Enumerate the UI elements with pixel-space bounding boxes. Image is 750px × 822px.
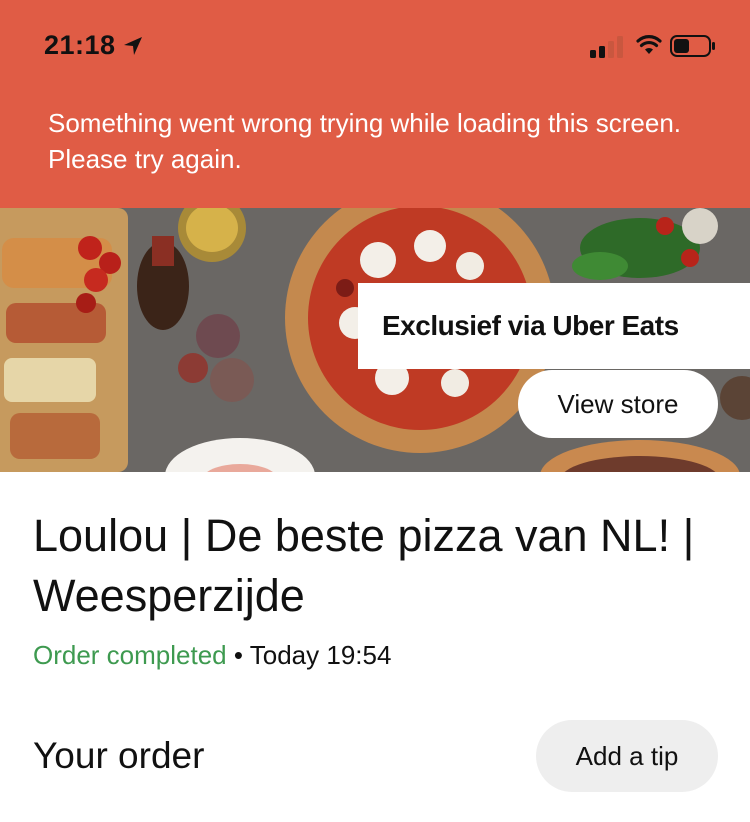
order-status-line: Order completed • Today 19:54 [33, 640, 391, 671]
error-message: Something went wrong trying while loadin… [48, 108, 682, 174]
status-time: 21:18 [44, 30, 116, 60]
view-store-button[interactable]: View store [518, 370, 718, 438]
section-title: Your order [33, 735, 205, 776]
top-area: 21:18 Something went wrong trying while … [0, 0, 750, 208]
store-hero-image: Exclusief via Uber Eats View store [0, 208, 750, 472]
order-time: Today 19:54 [249, 640, 392, 670]
location-arrow-icon [124, 37, 142, 55]
separator-dot: • [233, 640, 243, 670]
store-title: Loulou | De beste pizza van NL! | Weespe… [33, 510, 695, 621]
add-tip-button[interactable]: Add a tip [536, 720, 718, 792]
promo-banner: Exclusief via Uber Eats [358, 283, 750, 369]
wifi-icon [636, 35, 662, 54]
status-bar: 21:18 [0, 0, 750, 90]
order-status: Order completed [33, 640, 227, 670]
battery-icon [670, 35, 715, 57]
cellular-signal-icon [590, 36, 623, 58]
